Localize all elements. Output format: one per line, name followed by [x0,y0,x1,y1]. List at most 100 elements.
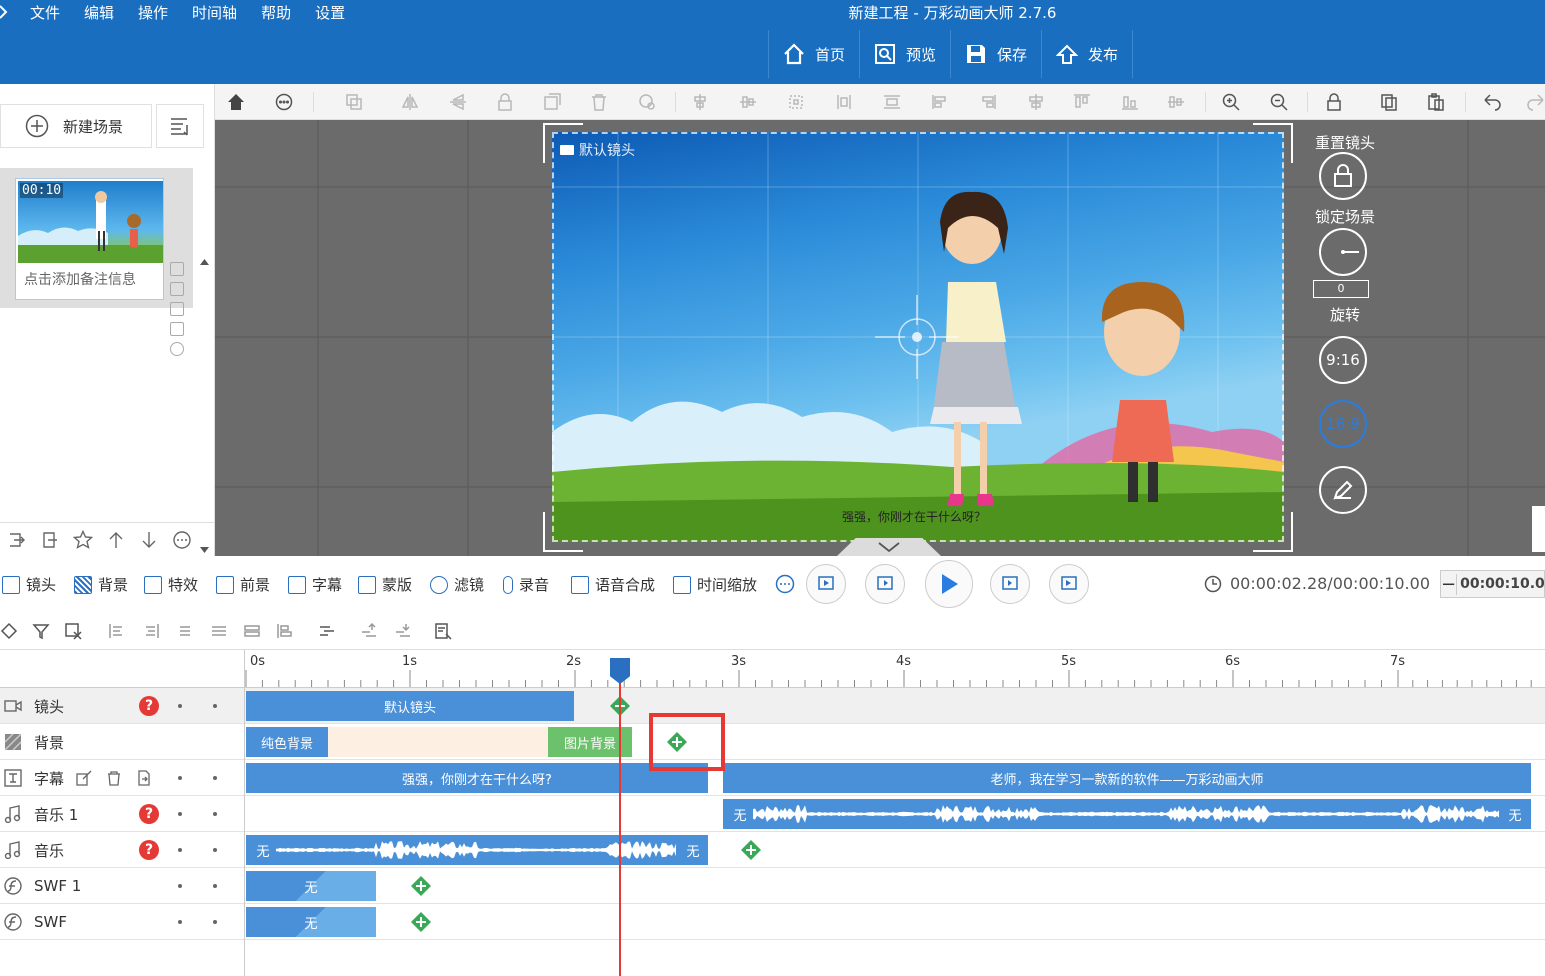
zoom-in-icon[interactable] [1222,93,1240,111]
move-up-tl-icon[interactable] [360,622,378,640]
ratio-916-button[interactable]: 9:16 [1319,336,1367,384]
canvas-side-tab[interactable] [1532,506,1545,552]
frame-corner[interactable] [1253,512,1293,552]
import-icon[interactable] [0,523,33,557]
flip-vertical-icon[interactable] [449,93,467,111]
ratio-169-button[interactable]: 16:9 [1319,400,1367,448]
reset-camera-button[interactable] [1319,152,1367,200]
group-tl-icon[interactable] [318,622,336,640]
align-start-icon[interactable] [108,622,126,640]
scene-scrollbar[interactable] [196,168,213,556]
move-down-icon[interactable] [132,523,165,557]
menu-settings[interactable]: 设置 [315,2,345,23]
lock-dot[interactable] [213,848,217,852]
layer-filter[interactable]: 滤镜 [430,574,484,595]
canvas-area[interactable]: 默认镜头 强强，你刚才在干什么呀？ 重置镜头 锁定场景 0 旋转 9:16 16… [215,120,1545,556]
track-music-1[interactable]: 音乐 1 ? 无 无 [0,796,1545,832]
preview-button[interactable]: 预览 [859,30,950,78]
edit-button[interactable] [1319,466,1367,514]
color-icon[interactable] [638,93,656,111]
prev-frame-button[interactable] [865,564,905,604]
paste-icon[interactable] [1427,93,1445,111]
layer-effects[interactable]: 特效 [144,574,198,595]
replace-icon[interactable] [543,93,561,111]
copy-icon[interactable] [1380,93,1398,111]
layer-background[interactable]: 背景 [74,574,128,595]
lock-dot[interactable] [213,704,217,708]
visibility-dot[interactable] [178,884,182,888]
more-options-icon[interactable] [165,523,198,557]
properties-icon[interactable] [434,622,452,640]
align-middle-icon[interactable] [979,93,997,111]
scene-sort-button[interactable] [156,104,204,148]
align-center-tl-icon[interactable] [176,622,194,640]
zoom-value[interactable]: 00:00:10.0 [1457,576,1545,592]
track-subtitle[interactable]: 字幕 强强，你刚才在干什么呀? 老师，我在学习一款新的软件——万彩动画大师 [0,760,1545,796]
distribute-icon[interactable] [787,93,805,111]
more-icon[interactable] [275,93,293,111]
next-frame-button[interactable] [990,564,1030,604]
keyframe-tool-icon[interactable] [0,622,18,640]
delete-subtitle-icon[interactable] [106,770,122,786]
fade-in-label[interactable]: 无 [253,835,273,865]
distribute-v-icon[interactable] [1167,93,1185,111]
menu-file[interactable]: 文件 [30,2,60,23]
menu-edit[interactable]: 编辑 [84,2,114,23]
clear-selection-icon[interactable] [64,622,82,640]
layer-camera[interactable]: 镜头 [2,574,56,595]
visibility-dot[interactable] [178,704,182,708]
lock-icon[interactable] [1325,93,1343,111]
layer-tts[interactable]: 语音合成 [571,574,655,595]
menu-help[interactable]: 帮助 [261,2,291,23]
fade-in-label[interactable]: 无 [730,799,750,829]
align-end-icon[interactable] [142,622,160,640]
play-button[interactable] [925,560,973,608]
add-keyframe-icon[interactable] [740,839,762,861]
next-scene-button[interactable] [1049,564,1089,604]
layer-foreground[interactable]: 前景 [216,574,270,595]
home-view-icon[interactable] [227,93,245,111]
track-background[interactable]: 背景 纯色背景 图片背景 [0,724,1545,760]
rotate-dial[interactable] [1319,228,1367,276]
frame-corner[interactable] [543,512,583,552]
track-swf[interactable]: SWF 无 [0,904,1545,940]
align-center-icon[interactable] [739,93,757,111]
delete-icon[interactable] [590,93,608,111]
track-swf-1[interactable]: SWF 1 无 [0,868,1545,904]
align-bottom-icon[interactable] [931,93,949,111]
delete-scene-icon[interactable] [170,282,184,296]
flip-horizontal-icon[interactable] [401,93,419,111]
clip[interactable]: 老师，我在学习一款新的软件——万彩动画大师 [723,763,1531,793]
timeline-zoom[interactable]: − 00:00:10.0 [1440,570,1545,598]
layer-more[interactable] [775,574,795,594]
help-icon[interactable]: ? [139,840,159,860]
visibility-dot[interactable] [178,776,182,780]
stack-icon[interactable] [276,622,294,640]
lock-dot[interactable] [213,920,217,924]
help-icon[interactable]: ? [139,804,159,824]
audio-clip[interactable] [246,835,708,865]
frame-corner[interactable] [543,123,583,163]
scene-note[interactable]: 点击添加备注信息 [24,269,154,289]
undo-icon[interactable] [1483,93,1501,111]
home-button[interactable]: 首页 [768,30,859,78]
distribute-bottom-icon[interactable] [1121,93,1139,111]
star-scene-icon[interactable] [170,342,184,356]
edit-subtitle-icon[interactable] [76,770,92,786]
insert-scene-icon[interactable] [170,302,184,316]
new-scene-button[interactable]: 新建场景 [0,104,152,148]
scene-list-item[interactable]: 00:10 点击添加备注信息 [0,168,193,356]
copy-scene-icon[interactable] [170,262,184,276]
clip[interactable]: 默认镜头 [246,691,574,721]
layer-record[interactable]: 录音 [503,574,549,595]
visibility-dot[interactable] [178,812,182,816]
layer-time-scale[interactable]: 时间缩放 [673,574,757,595]
track-music[interactable]: 音乐 ? 无 无 [0,832,1545,868]
publish-button[interactable]: 发布 [1041,30,1134,78]
visibility-dot[interactable] [178,920,182,924]
add-keyframe-icon[interactable] [410,875,432,897]
zoom-out-icon[interactable] [1270,93,1288,111]
filter-funnel-icon[interactable] [32,622,50,640]
track-camera[interactable]: 镜头 ? 默认镜头 [0,688,1545,724]
align-top-icon[interactable] [883,93,901,111]
